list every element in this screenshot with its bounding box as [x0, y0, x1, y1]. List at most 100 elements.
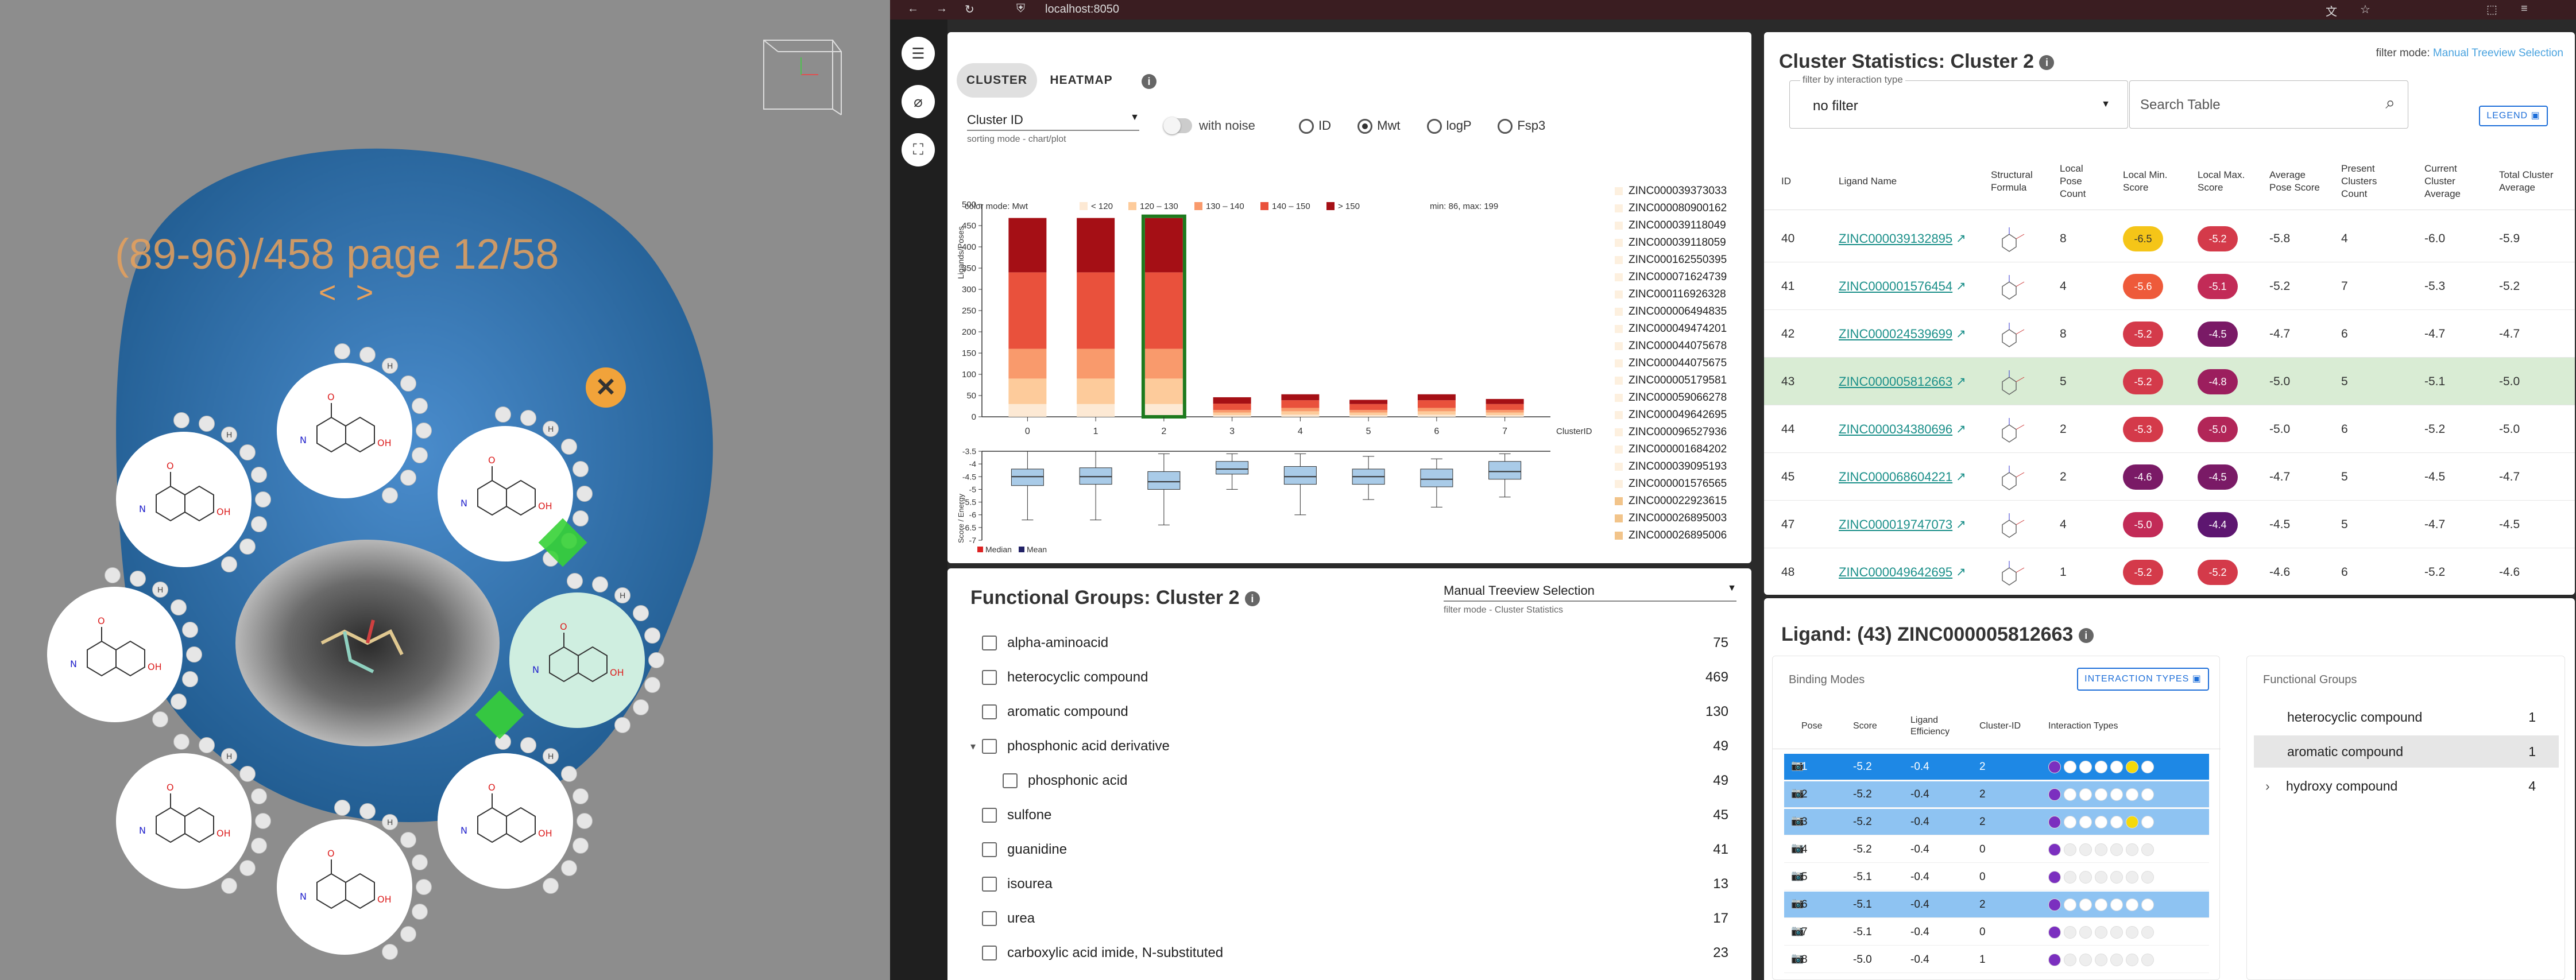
statistics-row[interactable]: 41 ZINC000001576454 ↗ 4 -5.6 -5.1 -5.2 7 -5.3 -5.…: [1764, 262, 2575, 310]
ligand-legend-item[interactable]: ZINC000022923615: [1615, 493, 1747, 510]
back-icon[interactable]: ←: [907, 2, 919, 16]
checkbox[interactable]: [982, 739, 997, 754]
pose-row[interactable]: 📷 3 -5.2 -0.4 2: [1784, 809, 2209, 835]
ligand-link[interactable]: ZINC000024539699: [1839, 327, 1952, 342]
functional-group-item[interactable]: ▾ phosphonic acid derivative 49: [947, 729, 1751, 764]
statistics-row[interactable]: 44 ZINC000034380696 ↗ 2 -5.3 -5.0 -5.0 6 -5.2 -5.…: [1764, 405, 2575, 453]
ligand-link[interactable]: ZINC000001576454: [1839, 279, 1952, 294]
external-link-icon[interactable]: ↗: [1956, 327, 1966, 341]
checkbox[interactable]: [1003, 773, 1018, 788]
translate-icon[interactable]: 文: [2326, 2, 2337, 19]
ligand-legend-item[interactable]: ZINC000059066278: [1615, 389, 1747, 406]
ligand-legend-item[interactable]: ZINC000026895003: [1615, 510, 1747, 527]
column-header[interactable]: Present Clusters Count: [2341, 153, 2393, 210]
statistics-row[interactable]: 42 ZINC000024539699 ↗ 8 -5.2 -4.5 -4.7 6 -4.7 -4.…: [1764, 310, 2575, 358]
ligand-legend-item[interactable]: ZINC000005179581: [1615, 372, 1747, 389]
external-link-icon[interactable]: ↗: [1956, 565, 1966, 579]
bookmark-star-icon[interactable]: ☆: [2360, 2, 2370, 17]
external-link-icon[interactable]: ↗: [1956, 422, 1966, 436]
noise-toggle[interactable]: [1163, 117, 1192, 134]
checkbox[interactable]: [982, 808, 997, 823]
ligand-link[interactable]: ZINC000068604221: [1839, 470, 1952, 485]
ligand-legend-item[interactable]: ZINC000039118059: [1615, 234, 1747, 251]
column-header[interactable]: ID: [1781, 153, 1816, 210]
ligand-legend-item[interactable]: ZINC000080900162: [1615, 200, 1747, 217]
functional-group-item[interactable]: phosphonic acid 49: [947, 764, 1751, 798]
pose-row[interactable]: 📷 1 -5.2 -0.4 2: [1784, 754, 2209, 780]
ligand-legend-item[interactable]: ZINC000006494835: [1615, 303, 1747, 320]
tab-cluster[interactable]: CLUSTER: [957, 63, 1037, 98]
ligand-legend-item[interactable]: ZINC000044075675: [1615, 355, 1747, 372]
forward-icon[interactable]: →: [936, 2, 947, 16]
hamburger-menu-button[interactable]: ☰: [902, 37, 935, 70]
ligand-link[interactable]: ZINC000019747073: [1839, 517, 1952, 532]
ligand-link[interactable]: ZINC000005812663: [1839, 374, 1952, 389]
column-header[interactable]: Local Max. Score: [2198, 153, 2249, 210]
ligand-functional-group-item[interactable]: aromatic compound 1: [2254, 735, 2559, 768]
ligand-link[interactable]: ZINC000034380696: [1839, 422, 1952, 437]
functional-group-item[interactable]: aromatic compound 130: [947, 695, 1751, 729]
functional-group-item[interactable]: heterocyclic compound 469: [947, 660, 1751, 695]
pin-toggle-button[interactable]: ⌀: [902, 85, 935, 118]
expand-icon[interactable]: ▾: [970, 741, 976, 753]
checkbox[interactable]: [982, 911, 997, 926]
external-link-icon[interactable]: ↗: [1956, 517, 1966, 532]
ligand-2d-bubble[interactable]: O N OH: [47, 587, 183, 722]
column-header[interactable]: Local Min. Score: [2123, 153, 2169, 210]
external-link-icon[interactable]: ↗: [1956, 470, 1966, 484]
ligand-legend-item[interactable]: ZINC000039095193: [1615, 458, 1747, 475]
molecule-viewer[interactable]: (89-96)/458 page 12/58 < > × O N OH H O N OH H O…: [0, 0, 890, 980]
column-header[interactable]: Structural Formula: [1991, 153, 2043, 210]
ligand-legend-item[interactable]: ZINC000039373033: [1615, 183, 1747, 200]
ligand-legend-item[interactable]: ZINC000026895006: [1615, 527, 1747, 544]
interaction-types-button[interactable]: INTERACTION TYPES ▣: [2077, 668, 2209, 691]
statistics-row[interactable]: 40 ZINC000039132895 ↗ 8 -6.5 -5.2 -5.8 4 -6.0 -5.…: [1764, 215, 2575, 262]
checkbox[interactable]: [982, 946, 997, 960]
ligand-legend-item[interactable]: ZINC000071624739: [1615, 269, 1747, 286]
column-header[interactable]: Pose: [1801, 703, 1836, 749]
ligand-legend-item[interactable]: ZINC000001576565: [1615, 475, 1747, 493]
external-link-icon[interactable]: ↗: [1956, 279, 1966, 293]
ligand-link[interactable]: ZINC000049642695: [1839, 565, 1952, 580]
legend-button[interactable]: LEGEND ▣: [2479, 106, 2548, 126]
treeview-mode-select[interactable]: Manual Treeview Selection ▼: [1444, 583, 1736, 602]
ligand-legend-item[interactable]: ZINC000096527936: [1615, 424, 1747, 441]
radio-id[interactable]: ID: [1299, 118, 1331, 134]
pose-row[interactable]: 📷 8 -5.0 -0.4 1: [1784, 947, 2209, 973]
checkbox[interactable]: [982, 877, 997, 892]
sorting-select[interactable]: Cluster ID ▼: [967, 113, 1139, 131]
statistics-row[interactable]: 48 ZINC000049642695 ↗ 1 -5.2 -5.2 -4.6 6 -5.2 -4.…: [1764, 548, 2575, 594]
info-icon[interactable]: i: [2039, 55, 2055, 71]
radio-logp[interactable]: logP: [1426, 118, 1471, 134]
pose-row[interactable]: 📷 4 -5.2 -0.4 0: [1784, 836, 2209, 863]
functional-group-item[interactable]: carboxylic acid imide, N-substituted 23: [947, 936, 1751, 970]
functional-group-item[interactable]: isourea 13: [947, 867, 1751, 901]
functional-group-item[interactable]: urea 17: [947, 901, 1751, 936]
column-header[interactable]: Ligand Efficiency: [1910, 703, 1962, 749]
column-header[interactable]: Local Pose Count: [2060, 153, 2106, 210]
ligand-legend-item[interactable]: ZINC000116926328: [1615, 286, 1747, 303]
column-header[interactable]: Cluster-ID: [1979, 703, 2025, 749]
search-table-input[interactable]: Search Table ⌕: [2129, 80, 2408, 129]
info-icon[interactable]: i: [1142, 74, 1157, 89]
pose-row[interactable]: 📷 5 -5.1 -0.4 0: [1784, 864, 2209, 890]
url-bar[interactable]: localhost:8050: [1045, 3, 1119, 16]
info-icon[interactable]: i: [2078, 628, 2094, 644]
ligand-legend-item[interactable]: ZINC000162550395: [1615, 251, 1747, 269]
extensions-icon[interactable]: ⬚: [2486, 2, 2497, 17]
column-header[interactable]: Total Cluster Average: [2499, 153, 2554, 210]
fullscreen-button[interactable]: ⛶: [902, 133, 935, 166]
column-header[interactable]: Interaction Types: [2048, 703, 2198, 749]
checkbox[interactable]: [982, 842, 997, 857]
ligand-2d-bubble[interactable]: O N OH: [277, 363, 412, 498]
ligand-2d-bubble[interactable]: O N OH: [116, 753, 252, 889]
radio-fsp3[interactable]: Fsp3: [1498, 118, 1545, 134]
functional-group-item[interactable]: sulfone 45: [947, 798, 1751, 832]
ligand-2d-bubble[interactable]: O N OH: [116, 432, 252, 567]
external-link-icon[interactable]: ↗: [1956, 231, 1966, 246]
reload-icon[interactable]: ↻: [965, 2, 974, 17]
interaction-filter-select[interactable]: filter by interaction type no filter ▼: [1789, 74, 2128, 129]
ligand-legend-item[interactable]: ZINC000001684202: [1615, 441, 1747, 458]
ligand-2d-bubble[interactable]: O N OH: [277, 819, 412, 955]
statistics-row[interactable]: 47 ZINC000019747073 ↗ 4 -5.0 -4.4 -4.5 5 -4.7 -4.…: [1764, 501, 2575, 548]
